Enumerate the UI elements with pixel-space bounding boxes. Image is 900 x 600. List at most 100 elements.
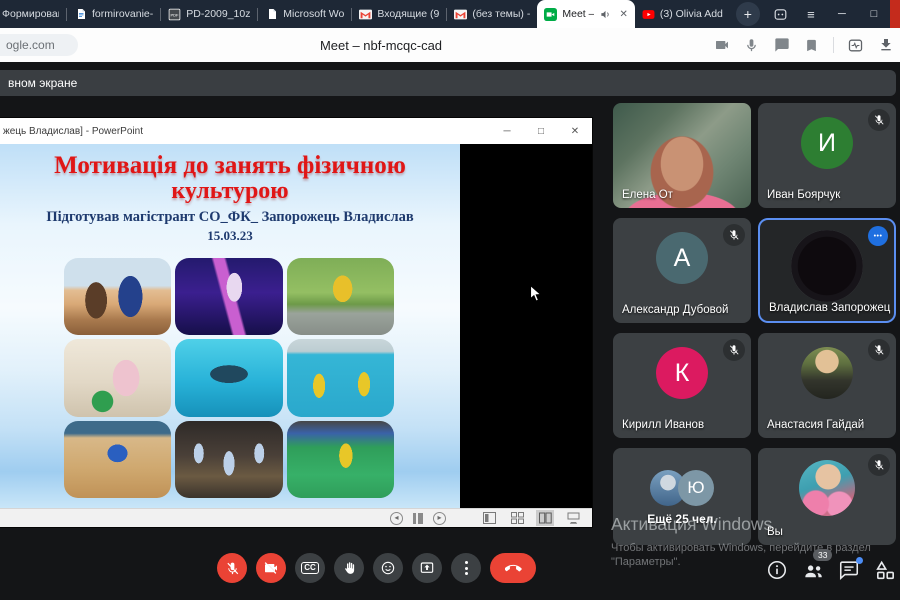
mic-off-icon [225, 561, 240, 576]
browser-copilot-icon[interactable] [766, 0, 796, 28]
participant-tile-alexandr[interactable]: А Александр Дубовой [613, 218, 751, 323]
window-minimize-button[interactable]: ─ [826, 0, 858, 28]
collage-photo-running [64, 258, 171, 335]
reactions-button[interactable] [373, 553, 403, 583]
captions-button[interactable]: CC [295, 553, 325, 583]
participant-tile-vladislav-selected[interactable]: ••• Владислав Запорожец [758, 218, 896, 323]
gmail-icon [454, 8, 467, 21]
address-bar[interactable]: ogle.com [0, 34, 78, 56]
present-screen-icon [419, 560, 435, 576]
gmail-icon [359, 8, 372, 21]
chat-button[interactable] [837, 558, 861, 582]
dark-camera-circle [791, 230, 863, 302]
document-icon [74, 8, 87, 21]
smile-emoji-icon [380, 560, 396, 576]
unread-chat-dot [856, 557, 863, 564]
downloads-icon[interactable] [877, 37, 894, 54]
camera-permission-icon[interactable] [713, 37, 730, 54]
powerpoint-window: жець Владислав] - PowerPoint ─ □ ✕ Мотив… [0, 118, 592, 527]
mic-off-icon [868, 109, 890, 131]
leave-call-button[interactable] [490, 553, 536, 583]
next-slide-button[interactable]: ▸ [433, 512, 446, 525]
mic-permission-icon[interactable] [743, 37, 760, 54]
windows-activation-watermark-title: Активация Windows [611, 514, 772, 535]
tab-label: Microsoft Wo [283, 8, 344, 20]
notes-icon[interactable] [413, 513, 423, 524]
tab-label: Meet – [562, 8, 594, 20]
powerpoint-titlebar[interactable]: жець Владислав] - PowerPoint ─ □ ✕ [0, 118, 592, 144]
chat-bubble-icon[interactable] [773, 37, 790, 54]
participant-tile-ivan[interactable]: И Иван Боярчук [758, 103, 896, 208]
slideshow-view-button[interactable] [564, 510, 582, 526]
avatar: К [656, 347, 708, 399]
collage-photo-cyclist [287, 258, 394, 335]
slide: Мотивація до занять фізичною культурою П… [0, 144, 460, 508]
tab-label: Формирован [2, 8, 59, 20]
sports-photo-collage [64, 258, 394, 498]
new-tab-button[interactable]: + [736, 2, 760, 26]
tab-microsoft-word[interactable]: Microsoft Wo [258, 0, 351, 28]
collage-photo-gymnast [64, 339, 171, 416]
bookmark-icon[interactable] [803, 37, 820, 54]
tab-pdf[interactable]: PDF PD-2009_10z [161, 0, 257, 28]
slide-title-line1: Мотивація до занять фізичною [0, 152, 460, 179]
normal-view-button[interactable] [480, 510, 498, 526]
participant-tile-elena[interactable]: Елена От [613, 103, 751, 208]
ppt-maximize-button[interactable]: □ [524, 118, 558, 144]
participant-tile-anastasia[interactable]: Анастасия Гайдай [758, 333, 896, 438]
banner-text: вном экране [8, 76, 77, 90]
participant-name: Елена От [622, 189, 673, 201]
more-options-button[interactable] [451, 553, 481, 583]
toolbar-divider [833, 37, 834, 53]
mic-off-icon [723, 339, 745, 361]
browser-essentials-icon[interactable] [847, 37, 864, 54]
stacked-avatars: Ю [650, 470, 714, 506]
slide-title-line2: культурою [0, 179, 460, 203]
participant-tile-kirill[interactable]: К Кирилл Иванов [613, 333, 751, 438]
tab-gmail-inbox[interactable]: Входящие (9 [352, 0, 446, 28]
tab-formirovanie[interactable]: formirovanie- [67, 0, 160, 28]
participant-name: Иван Боярчук [767, 189, 840, 201]
window-maximize-button[interactable]: □ [858, 0, 890, 28]
ppt-minimize-button[interactable]: ─ [490, 118, 524, 144]
browser-menu-icon[interactable]: ≡ [796, 0, 826, 28]
mute-mic-button[interactable] [217, 553, 247, 583]
tab-label: formirovanie- [92, 8, 153, 20]
avatar: И [801, 117, 853, 169]
reading-view-button[interactable] [536, 510, 554, 526]
participants-button[interactable] [801, 558, 825, 582]
tab-audio-icon[interactable] [599, 8, 612, 21]
participant-tile-you[interactable]: Вы [758, 448, 896, 545]
tab-gmail-compose[interactable]: (без темы) - [447, 0, 537, 28]
tab-youtube[interactable]: (3) Olivia Add [635, 0, 730, 28]
previous-slide-button[interactable]: ◂ [390, 512, 403, 525]
tab-meet-active[interactable]: Meet – ✕ [537, 0, 635, 28]
collage-photo-cheerleaders [175, 421, 282, 498]
svg-text:PDF: PDF [171, 12, 180, 17]
ppt-close-button[interactable]: ✕ [558, 118, 592, 144]
people-icon [802, 559, 825, 582]
powerpoint-statusbar: ◂ ▸ [0, 508, 592, 527]
powerpoint-window-title: жець Владислав] - PowerPoint [0, 126, 143, 137]
info-icon [766, 559, 788, 581]
participant-name: Анастасия Гайдай [767, 419, 864, 431]
vertical-dots-icon [465, 561, 468, 575]
camera-off-button[interactable] [256, 553, 286, 583]
activities-button[interactable] [873, 558, 897, 582]
mic-off-icon [868, 339, 890, 361]
tile-more-options-button[interactable]: ••• [868, 226, 888, 246]
camera-off-icon [263, 560, 279, 576]
meeting-details-button[interactable] [765, 558, 789, 582]
raise-hand-button[interactable] [334, 553, 364, 583]
slide-date: 15.03.23 [0, 228, 460, 244]
window-close-button[interactable]: ✕ [890, 0, 900, 28]
google-meet-icon [544, 8, 557, 21]
tab-formirovan[interactable]: Формирован [0, 0, 66, 28]
tab-label: (без темы) - [472, 8, 530, 20]
present-screen-button[interactable] [412, 553, 442, 583]
collage-photo-field-hockey [287, 421, 394, 498]
raise-hand-icon [342, 561, 357, 576]
tab-close-icon[interactable]: ✕ [617, 9, 627, 20]
collage-photo-volleyball [287, 339, 394, 416]
slide-sorter-view-button[interactable] [508, 510, 526, 526]
